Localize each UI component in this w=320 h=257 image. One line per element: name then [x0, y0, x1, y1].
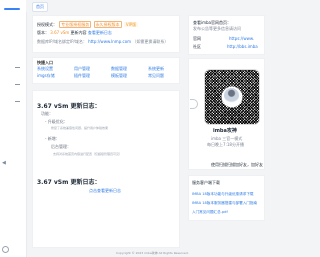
quick-link-user-management[interactable]: 用户管理	[74, 66, 90, 72]
quick-links-grid: 系统设置 用户管理 数据管理 系统更新 imgs存储 插件管理 模板管理 常见问…	[37, 66, 177, 82]
changelog-item-description: 支持对系统首页内容进行配置（仅超级管理员可见）	[53, 152, 123, 156]
qr-scan-hint: 使用扫描扫描加好友，加好友	[211, 162, 263, 167]
qr-card: imba攻神 imba 三官一模式 每日晚上7:18分开播 使用扫描扫描加好友，…	[188, 58, 265, 170]
changelog-link[interactable]: 点击查看更新日志	[89, 188, 121, 193]
site-info-subtitle: 发布公告等更多信息请访问	[193, 26, 241, 31]
footer-copyright: Copyright © 2023 imba攻神 All Rights Reser…	[116, 251, 189, 255]
changelog-section-label: 功能：	[41, 111, 53, 116]
service-link[interactable]: IMBA 18版本功能与升级优惠请求下载	[192, 192, 254, 197]
sidebar-marker	[15, 101, 20, 102]
service-link[interactable]: IMBA 18版本服务器搭建与部署入门指南	[192, 201, 257, 206]
qr-name: imba攻神	[213, 128, 237, 134]
changelog-item-description: 修复了系统兼容性问题，提升用户体验效果	[51, 126, 109, 130]
changelog-entry-title: 3.67 vSm 更新日志：	[37, 103, 101, 110]
sidebar: ◀	[0, 0, 27, 257]
site-info-label: 社区	[193, 44, 201, 49]
domain-prefix: 数据库IP/域名绑定IP/域名：	[37, 39, 87, 44]
qr-subtitle: imba 三官一模式	[211, 136, 243, 141]
service-title: 服务客户端下载	[192, 180, 220, 185]
domain-line: 数据库IP/域名绑定IP/域名： http://www.lnmp.com （如需…	[37, 39, 168, 44]
license-badge-vip: VIP版	[123, 22, 139, 27]
quick-links-card: 快捷入口 系统设置 用户管理 数据管理 系统更新 imgs存储 插件管理 模板管…	[32, 57, 180, 84]
domain-link[interactable]: http://www.lnmp.com	[88, 39, 131, 44]
settings-icon[interactable]	[2, 246, 9, 253]
license-prefix: 授权模式：	[37, 22, 57, 27]
changelog-card: 3.67 vSm 更新日志： 功能： - 升级优化： 修复了系统兼容性问题，提升…	[32, 90, 180, 248]
quick-link-image-storage[interactable]: imgs存储	[37, 73, 55, 79]
domain-suffix: （如需更换请联系）	[132, 39, 169, 44]
logo-line	[4, 8, 20, 10]
quick-link-faq[interactable]: 常见问题	[148, 73, 164, 79]
community-link[interactable]: http://bbs.imba	[227, 44, 258, 49]
changelog-item-title: 后台管理：	[51, 144, 71, 149]
tab-home[interactable]: 首页	[32, 2, 48, 12]
site-info-card: 查看imba官网首页： 发布公告等更多信息请访问 官网 https://www.…	[188, 15, 265, 55]
changelog-entry-title: 3.67 vSm 更新日志：	[37, 179, 101, 186]
quick-link-system-settings[interactable]: 系统设置	[37, 66, 53, 72]
site-info-title: 查看imba官网首页：	[193, 20, 231, 25]
sidebar-marker	[15, 84, 20, 85]
license-line: 授权模式： 专业版授权服务 永久授权版本 VIP版	[37, 21, 139, 28]
carousel-left-icon[interactable]	[190, 99, 198, 109]
quick-link-plugin-management[interactable]: 插件管理	[74, 73, 90, 79]
quick-link-data-management[interactable]: 数据管理	[111, 66, 127, 72]
license-card: 授权模式： 专业版授权服务 永久授权版本 VIP版 版本： 3.67 vSm 更…	[32, 15, 180, 53]
changelog-link[interactable]: 查看更新日志	[88, 30, 112, 35]
site-info-label: 官网	[193, 36, 201, 41]
qr-subtitle-secondary: 每日晚上7:18分开播	[207, 142, 244, 147]
quick-link-system-update[interactable]: 系统更新	[148, 66, 164, 72]
version-suffix: 更新内容	[70, 30, 87, 35]
version-line: 版本： 3.67 vSm 更新内容 查看更新日志	[37, 30, 112, 35]
service-link[interactable]: 入门常见问题汇总.pdf	[192, 210, 228, 215]
changelog-item: - 新增：	[45, 136, 60, 141]
service-card: 服务客户端下载 IMBA 18版本功能与升级优惠请求下载 IMBA 18版本服务…	[188, 175, 265, 221]
official-site-link[interactable]: https://www.	[229, 36, 254, 41]
version-value: 3.67 vSm	[50, 30, 70, 35]
license-badge-pro: 专业版授权服务	[59, 21, 92, 28]
license-badge-permanent: 永久授权版本	[93, 21, 122, 28]
collapse-icon[interactable]: ◀	[2, 160, 6, 166]
changelog-item: - 升级优化：	[45, 119, 68, 124]
top-bar: 首页	[26, 0, 265, 12]
quick-link-template-management[interactable]: 模板管理	[111, 73, 127, 79]
avatar	[223, 87, 240, 104]
version-prefix: 版本：	[37, 30, 49, 35]
sidebar-marker	[15, 67, 20, 68]
